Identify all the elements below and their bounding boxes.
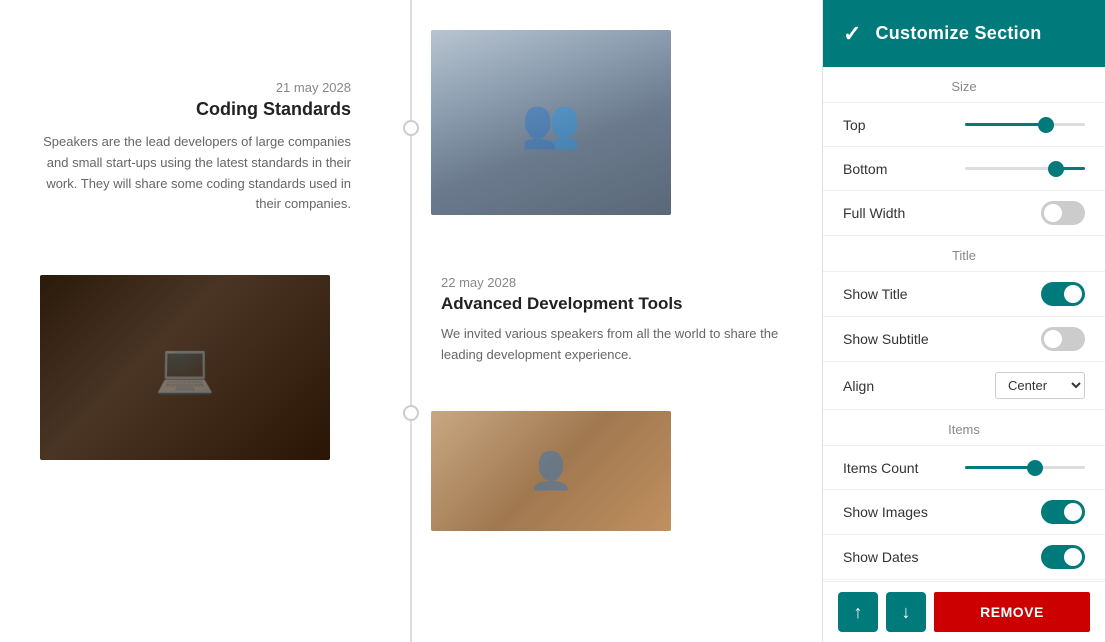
title-section-label: Title	[823, 236, 1105, 272]
bottom-label: Bottom	[843, 161, 887, 177]
move-down-button[interactable]: ↓	[886, 592, 926, 632]
items-count-label: Items Count	[843, 460, 918, 476]
article-3-image-right	[431, 411, 671, 531]
show-title-toggle[interactable]	[1041, 282, 1085, 306]
align-dropdown[interactable]: Left Center Right	[995, 372, 1085, 399]
show-subtitle-control-row: Show Subtitle	[823, 317, 1105, 362]
items-section-label: Items	[823, 410, 1105, 446]
bottom-control-row: Bottom	[823, 147, 1105, 191]
show-subtitle-toggle[interactable]	[1041, 327, 1085, 351]
top-label: Top	[843, 117, 866, 133]
show-dates-label: Show Dates	[843, 549, 918, 565]
items-count-control-row: Items Count	[823, 446, 1105, 490]
article-1-desc: Speakers are the lead developers of larg…	[40, 132, 351, 215]
bottom-slider[interactable]	[965, 167, 1085, 170]
show-title-label: Show Title	[843, 286, 908, 302]
timeline-dot-1	[403, 120, 419, 136]
full-width-label: Full Width	[843, 205, 905, 221]
show-images-label: Show Images	[843, 504, 928, 520]
size-section-label: Size	[823, 67, 1105, 103]
portrait-image	[431, 411, 671, 531]
show-subtitle-slider	[1041, 327, 1085, 351]
show-images-toggle[interactable]	[1041, 500, 1085, 524]
full-width-toggle[interactable]	[1041, 201, 1085, 225]
show-subtitle-label: Show Subtitle	[843, 331, 929, 347]
article-1-text: 21 may 2028 Coding Standards Speakers ar…	[30, 60, 381, 225]
move-up-button[interactable]: ↑	[838, 592, 878, 632]
article-2-image-left	[40, 275, 330, 460]
align-label: Align	[843, 378, 874, 394]
timeline-dot-2	[403, 405, 419, 421]
timeline-container: 21 may 2028 Coding Standards Speakers ar…	[0, 0, 822, 642]
items-count-slider[interactable]	[965, 466, 1085, 469]
down-arrow-icon: ↓	[902, 602, 911, 623]
sidebar-title: Customize Section	[875, 23, 1041, 44]
align-control-row: Align Left Center Right	[823, 362, 1105, 410]
remove-button[interactable]: REMOVE	[934, 592, 1090, 632]
sidebar-panel: ✓ Customize Section Size Top Bottom Full…	[822, 0, 1105, 642]
check-icon: ✓	[843, 21, 861, 47]
up-arrow-icon: ↑	[854, 602, 863, 623]
article-2-title: Advanced Development Tools	[441, 294, 802, 314]
article-2-date: 22 may 2028	[441, 275, 802, 290]
left-column: 21 may 2028 Coding Standards Speakers ar…	[0, 0, 411, 642]
show-title-slider	[1041, 282, 1085, 306]
show-images-control-row: Show Images	[823, 490, 1105, 535]
article-2-text: 22 may 2028 Advanced Development Tools W…	[421, 255, 812, 376]
full-width-control-row: Full Width	[823, 191, 1105, 236]
top-control-row: Top	[823, 103, 1105, 147]
show-dates-control-row: Show Dates	[823, 535, 1105, 580]
sidebar-actions: ↑ ↓ REMOVE	[823, 581, 1105, 642]
show-dates-toggle[interactable]	[1041, 545, 1085, 569]
top-slider[interactable]	[965, 123, 1085, 126]
sidebar-body: Size Top Bottom Full Width Title Show Ti…	[823, 67, 1105, 581]
main-content: 21 may 2028 Coding Standards Speakers ar…	[0, 0, 822, 642]
show-title-control-row: Show Title	[823, 272, 1105, 317]
article-2-desc: We invited various speakers from all the…	[441, 324, 802, 366]
sidebar-header: ✓ Customize Section	[823, 0, 1105, 67]
people-image	[431, 30, 671, 215]
show-dates-slider	[1041, 545, 1085, 569]
timeline-line	[410, 0, 412, 642]
article-1-date: 21 may 2028	[40, 80, 351, 95]
article-1-image-right	[431, 30, 671, 215]
right-column: 22 may 2028 Advanced Development Tools W…	[411, 0, 822, 642]
article-1-title: Coding Standards	[40, 99, 351, 120]
laptop-image	[40, 275, 330, 460]
full-width-slider	[1041, 201, 1085, 225]
show-images-slider	[1041, 500, 1085, 524]
